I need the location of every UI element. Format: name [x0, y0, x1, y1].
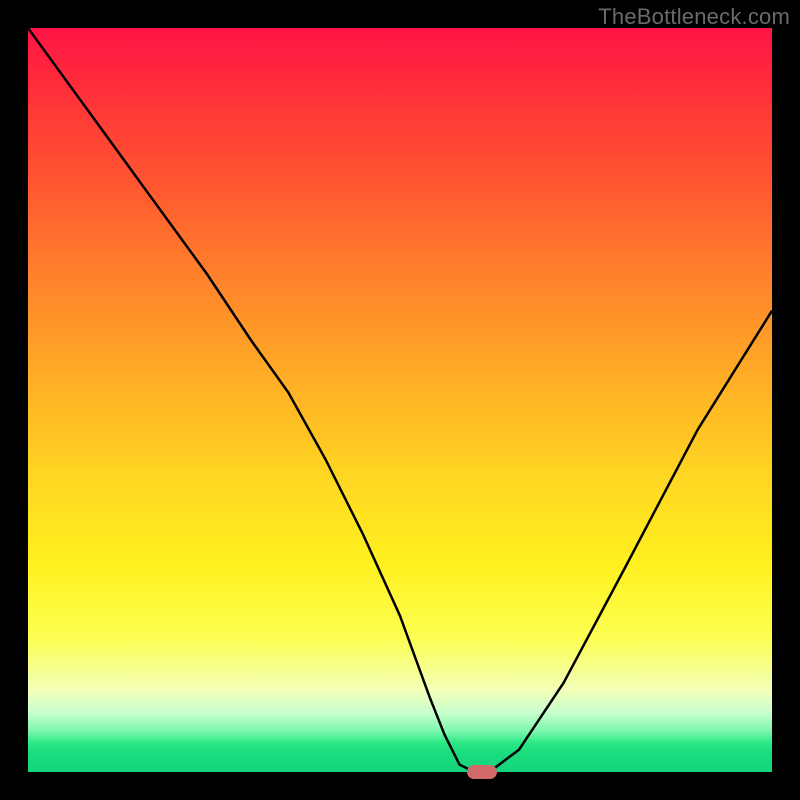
plot-area: [28, 28, 772, 772]
optimal-marker: [467, 765, 497, 779]
bottleneck-curve: [28, 28, 772, 772]
curve-svg: [28, 28, 772, 772]
chart-root: TheBottleneck.com: [0, 0, 800, 800]
watermark-text: TheBottleneck.com: [598, 4, 790, 30]
